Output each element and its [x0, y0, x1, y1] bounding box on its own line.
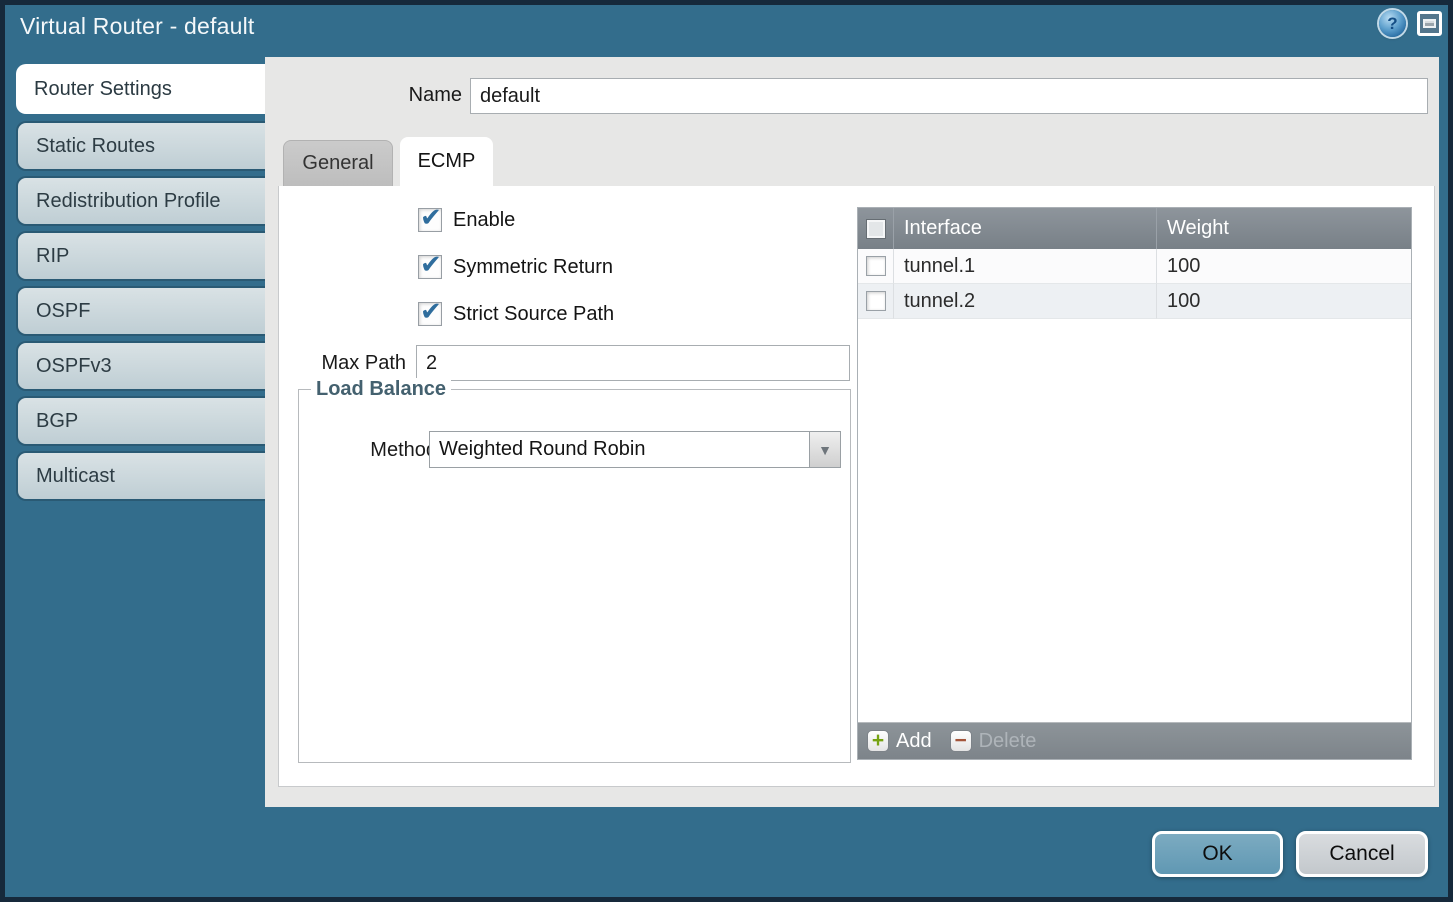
max-path-label: Max Path [299, 352, 406, 375]
load-balance-fieldset: Load Balance Method Weighted Round Robin… [298, 389, 851, 763]
sidebar-item-redistribution-profile[interactable]: Redistribution Profile [16, 176, 265, 226]
checkmark-icon: ✔ [420, 249, 442, 280]
name-input[interactable] [470, 78, 1428, 114]
method-label: Method [340, 439, 437, 462]
header-interface: Interface [894, 208, 1157, 249]
ok-button[interactable]: OK [1152, 831, 1283, 877]
tab-ecmp[interactable]: ECMP [400, 137, 493, 186]
add-button-label: Add [896, 730, 932, 753]
window-glyph [1423, 19, 1436, 28]
enable-checkbox-row: ✔ Enable [418, 208, 515, 232]
add-button[interactable]: + Add [867, 730, 932, 753]
name-label: Name [380, 84, 462, 107]
sidebar-item-router-settings[interactable]: Router Settings [16, 64, 265, 114]
dropdown-arrow-button[interactable]: ▼ [809, 432, 840, 467]
symmetric-return-checkbox[interactable]: ✔ [418, 255, 442, 279]
table-row[interactable]: tunnel.1 100 [858, 249, 1411, 284]
enable-checkbox[interactable]: ✔ [418, 208, 442, 232]
help-icon[interactable]: ? [1379, 10, 1406, 37]
interface-weight-table: Interface Weight tunnel.1 100 tunnel.2 1… [857, 207, 1412, 760]
row-checkbox[interactable] [866, 256, 886, 276]
method-dropdown[interactable]: Weighted Round Robin ▼ [429, 431, 841, 468]
plus-icon: + [867, 730, 889, 752]
question-mark-glyph: ? [1387, 14, 1397, 34]
ok-button-label: OK [1202, 842, 1232, 866]
sidebar-item-ospfv3[interactable]: OSPFv3 [16, 341, 265, 391]
row-checkbox-cell [858, 249, 894, 284]
dialog-title: Virtual Router - default [20, 13, 255, 40]
sidebar-item-label: OSPFv3 [36, 355, 112, 378]
sidebar-item-label: Static Routes [36, 135, 155, 158]
select-all-checkbox[interactable] [866, 219, 886, 239]
strict-source-path-checkbox[interactable]: ✔ [418, 302, 442, 326]
sidebar-item-label: Router Settings [34, 78, 172, 101]
enable-label: Enable [453, 209, 515, 232]
tab-label: General [302, 152, 373, 175]
ecmp-tab-panel: ✔ Enable ✔ Symmetric Return ✔ Strict Sou… [278, 186, 1435, 787]
load-balance-legend: Load Balance [311, 378, 451, 401]
restore-window-icon[interactable] [1417, 11, 1442, 36]
method-selected-value: Weighted Round Robin [430, 432, 809, 467]
row-checkbox[interactable] [866, 291, 886, 311]
cancel-button[interactable]: Cancel [1296, 831, 1428, 877]
delete-button-label: Delete [979, 730, 1037, 753]
checkmark-icon: ✔ [420, 296, 442, 327]
sidebar-item-label: BGP [36, 410, 78, 433]
sidebar-item-static-routes[interactable]: Static Routes [16, 121, 265, 171]
max-path-input[interactable] [416, 345, 850, 381]
interface-cell: tunnel.1 [894, 249, 1157, 284]
sidebar-item-label: Redistribution Profile [36, 190, 221, 213]
sidebar-item-label: RIP [36, 245, 69, 268]
strict-source-path-checkbox-row: ✔ Strict Source Path [418, 302, 614, 326]
sidebar-item-ospf[interactable]: OSPF [16, 286, 265, 336]
row-checkbox-cell [858, 284, 894, 319]
tab-label: ECMP [418, 150, 476, 173]
delete-button[interactable]: − Delete [950, 730, 1037, 753]
sidebar-item-rip[interactable]: RIP [16, 231, 265, 281]
strict-source-path-label: Strict Source Path [453, 303, 614, 326]
header-select-all-cell [858, 208, 894, 249]
tab-general[interactable]: General [283, 140, 393, 186]
table-row[interactable]: tunnel.2 100 [858, 284, 1411, 319]
chevron-down-icon: ▼ [818, 442, 832, 458]
minus-icon: − [950, 730, 972, 752]
sidebar-item-label: Multicast [36, 465, 115, 488]
checkmark-icon: ✔ [420, 202, 442, 233]
header-weight: Weight [1157, 208, 1411, 249]
table-toolbar: + Add − Delete [858, 722, 1411, 759]
virtual-router-dialog: Virtual Router - default ? Router Settin… [0, 0, 1453, 902]
sidebar-item-label: OSPF [36, 300, 90, 323]
cancel-button-label: Cancel [1329, 842, 1394, 866]
weight-cell: 100 [1157, 249, 1411, 284]
symmetric-return-label: Symmetric Return [453, 256, 613, 279]
interface-cell: tunnel.2 [894, 284, 1157, 319]
weight-cell: 100 [1157, 284, 1411, 319]
sidebar-item-multicast[interactable]: Multicast [16, 451, 265, 501]
sidebar-item-bgp[interactable]: BGP [16, 396, 265, 446]
symmetric-return-checkbox-row: ✔ Symmetric Return [418, 255, 613, 279]
table-header-row: Interface Weight [858, 208, 1411, 249]
